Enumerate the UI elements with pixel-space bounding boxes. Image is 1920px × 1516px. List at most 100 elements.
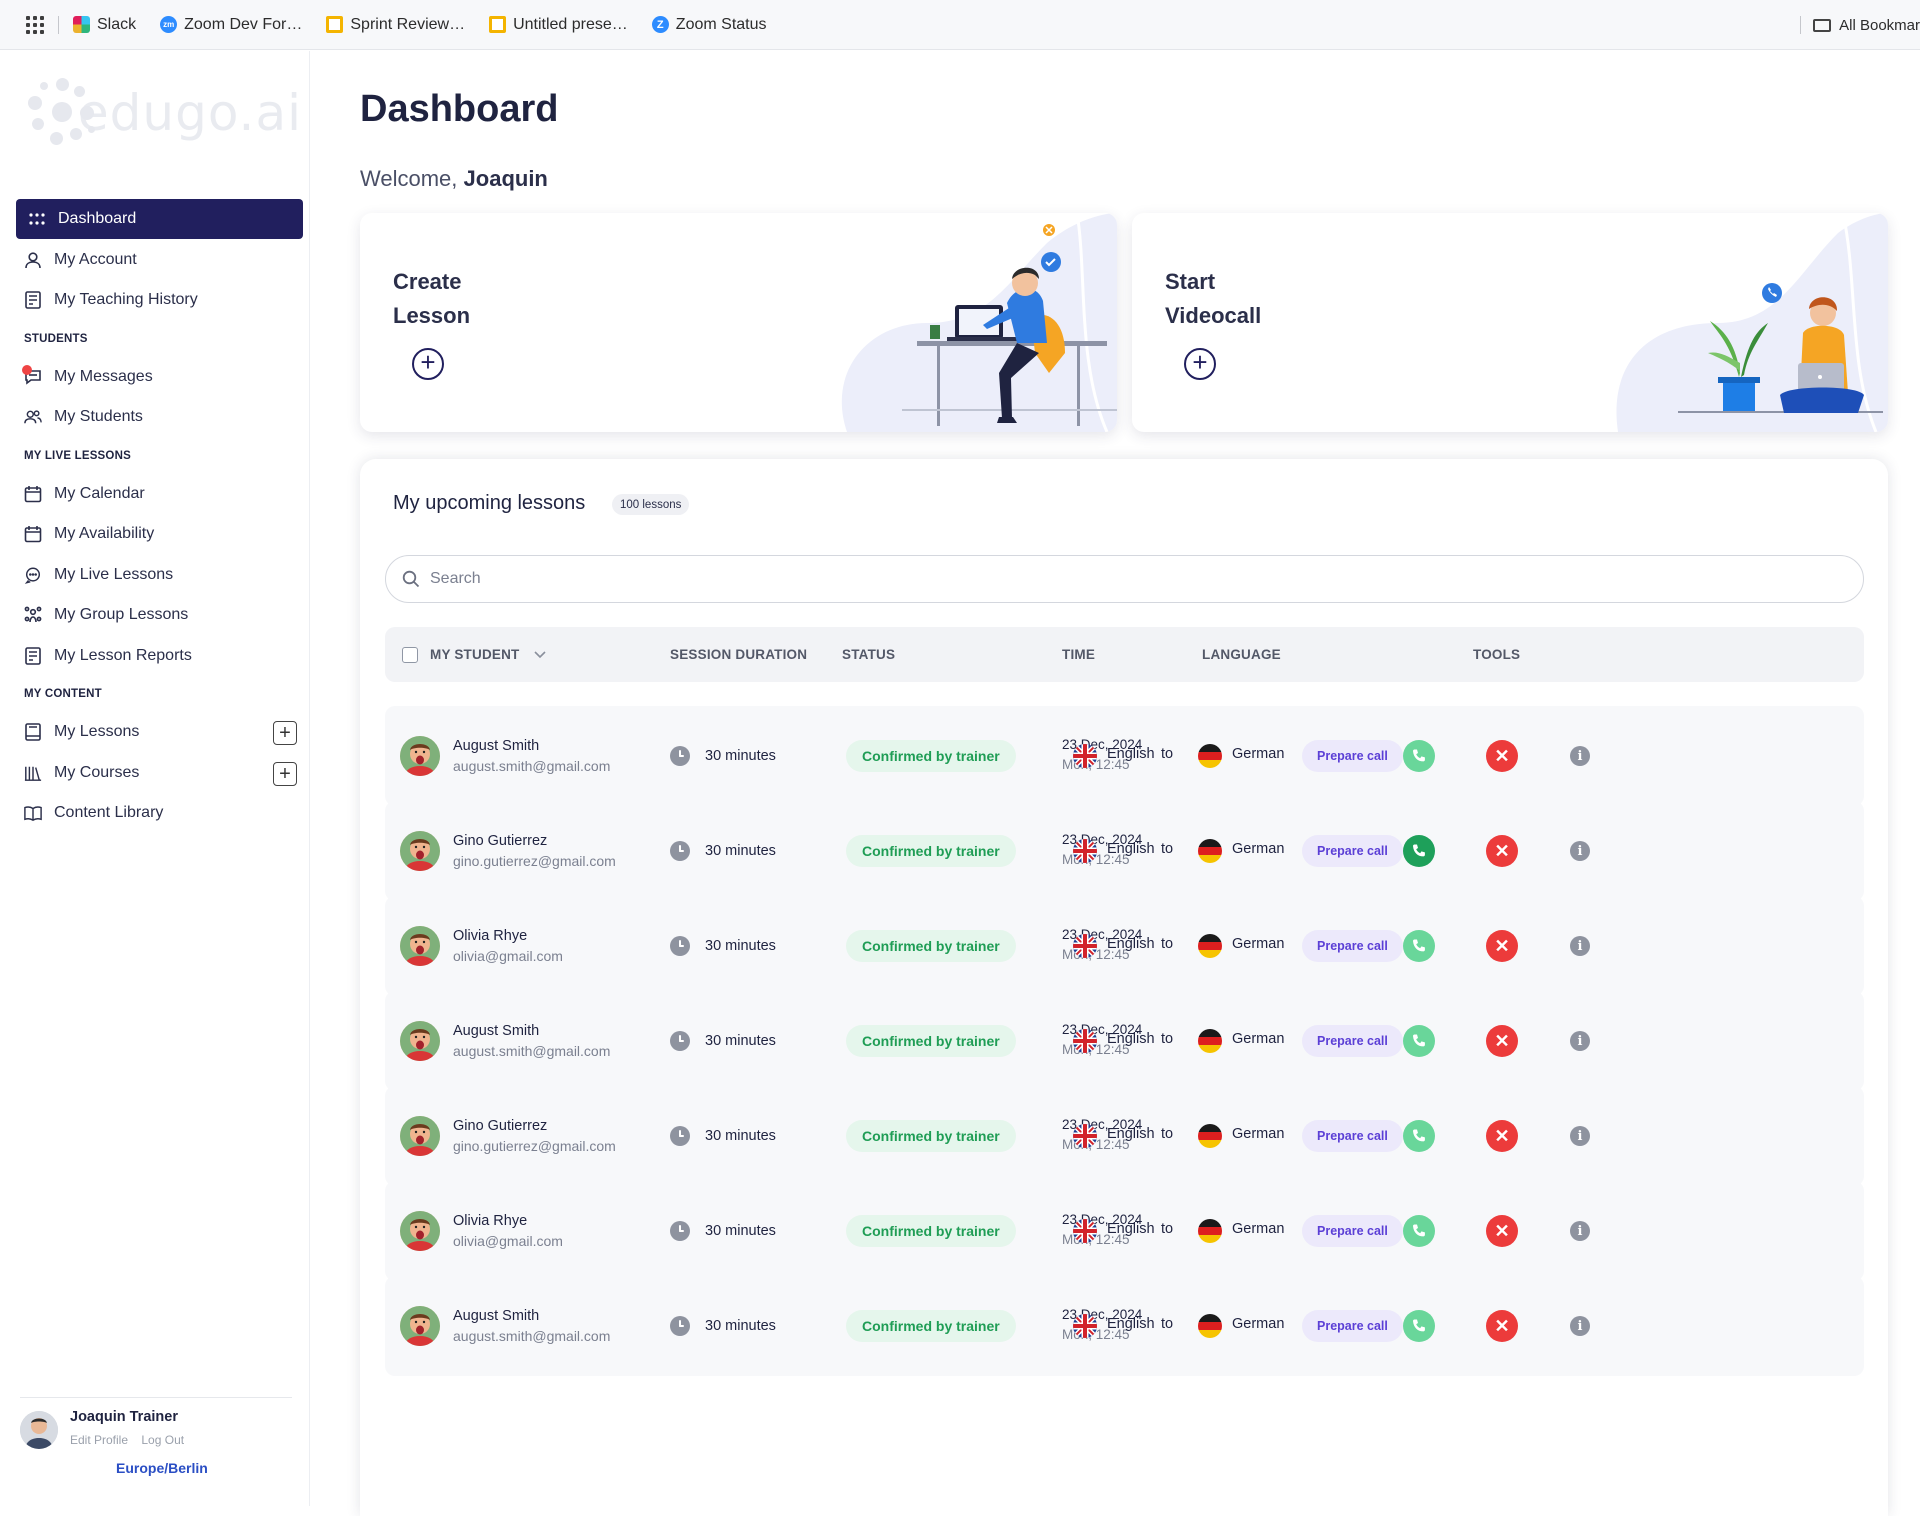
germany-flag-icon	[1198, 934, 1222, 958]
avatar[interactable]	[20, 1411, 58, 1449]
bookmark-untitled-presentation[interactable]: Untitled prese…	[489, 16, 628, 34]
sidebar-item-my-teaching-history[interactable]: My Teaching History	[16, 280, 303, 320]
edit-profile-link[interactable]: Edit Profile	[70, 1433, 128, 1447]
sidebar-item-dashboard[interactable]: Dashboard	[16, 199, 303, 239]
cancel-lesson-button[interactable]: ✕	[1486, 835, 1518, 867]
start-call-button[interactable]	[1403, 1120, 1435, 1152]
prepare-call-button[interactable]: Prepare call	[1302, 1025, 1403, 1057]
sidebar-item-content-library[interactable]: Content Library	[16, 793, 303, 833]
bookmark-sprint-review[interactable]: Sprint Review…	[326, 16, 465, 34]
sidebar-item-my-messages[interactable]: My Messages	[16, 357, 303, 397]
info-icon[interactable]: i	[1570, 1031, 1590, 1051]
group-icon	[24, 606, 42, 624]
sidebar-item-label: My Live Lessons	[54, 565, 174, 583]
table-row[interactable]: Olivia Rhye olivia@gmail.com 30 minutes Con…	[385, 1181, 1864, 1281]
source-language: English	[1107, 841, 1155, 857]
bookmark-zoom-status[interactable]: Z Zoom Status	[651, 16, 767, 34]
cancel-lesson-button[interactable]: ✕	[1486, 1025, 1518, 1057]
session-duration: 30 minutes	[705, 1128, 776, 1144]
open-book-icon	[24, 804, 42, 822]
table-row[interactable]: Gino Gutierrez gino.gutierrez@gmail.com 30…	[385, 801, 1864, 901]
table-row[interactable]: Gino Gutierrez gino.gutierrez@gmail.com 30…	[385, 1086, 1864, 1186]
sidebar-item-my-lessons[interactable]: My Lessons +	[16, 712, 303, 752]
clock-icon	[670, 936, 690, 956]
sidebar-item-my-group-lessons[interactable]: My Group Lessons	[16, 595, 303, 635]
table-row[interactable]: August Smith august.smith@gmail.com 30 min…	[385, 1276, 1864, 1376]
uk-flag-icon	[1073, 1219, 1097, 1243]
start-call-button[interactable]	[1403, 835, 1435, 867]
prepare-call-button[interactable]: Prepare call	[1302, 930, 1403, 962]
start-call-button[interactable]	[1403, 1215, 1435, 1247]
cancel-lesson-button[interactable]: ✕	[1486, 740, 1518, 772]
cancel-lesson-button[interactable]: ✕	[1486, 1310, 1518, 1342]
col-label: MY STUDENT	[430, 647, 520, 662]
sidebar-item-my-live-lessons[interactable]: My Live Lessons	[16, 555, 303, 595]
close-icon: ✕	[1494, 1220, 1510, 1241]
col-session-duration: SESSION DURATION	[670, 647, 808, 662]
sidebar-item-my-account[interactable]: My Account	[16, 240, 303, 280]
sidebar-item-my-availability[interactable]: My Availability	[16, 514, 303, 554]
section-my-content: MY CONTENT	[24, 688, 102, 700]
table-row[interactable]: August Smith august.smith@gmail.com 30 min…	[385, 706, 1864, 806]
table-row[interactable]: August Smith august.smith@gmail.com 30 min…	[385, 991, 1864, 1091]
edugo-logo[interactable]: edugo.ai	[22, 73, 302, 153]
start-call-button[interactable]	[1403, 740, 1435, 772]
profile-divider	[20, 1397, 292, 1398]
info-icon[interactable]: i	[1570, 841, 1590, 861]
add-lesson-button[interactable]: +	[273, 721, 297, 745]
session-duration: 30 minutes	[705, 938, 776, 954]
germany-flag-icon	[1198, 1029, 1222, 1053]
create-lesson-card[interactable]: Create Lesson +	[360, 213, 1117, 432]
start-call-button[interactable]	[1403, 930, 1435, 962]
col-my-student[interactable]: MY STUDENT	[402, 627, 546, 682]
info-icon[interactable]: i	[1570, 1316, 1590, 1336]
info-icon[interactable]: i	[1570, 746, 1590, 766]
select-all-checkbox[interactable]	[402, 646, 418, 663]
prepare-call-button[interactable]: Prepare call	[1302, 835, 1403, 867]
lessons-count-badge: 100 lessons	[612, 494, 690, 515]
target-language: German	[1232, 936, 1285, 952]
sidebar-item-my-calendar[interactable]: My Calendar	[16, 474, 303, 514]
col-tools: TOOLS	[1473, 647, 1521, 662]
start-videocall-card[interactable]: Start Videocall +	[1132, 213, 1888, 432]
bookmark-zoom-dev[interactable]: zm Zoom Dev For…	[160, 16, 302, 34]
start-videocall-plus-icon[interactable]: +	[1184, 348, 1216, 380]
sidebar-item-my-lesson-reports[interactable]: My Lesson Reports	[16, 636, 303, 676]
info-icon[interactable]: i	[1570, 936, 1590, 956]
bookmark-slack[interactable]: Slack	[73, 16, 136, 34]
add-course-button[interactable]: +	[273, 761, 297, 786]
status-badge: Confirmed by trainer	[846, 740, 1016, 772]
prepare-call-button[interactable]: Prepare call	[1302, 1310, 1403, 1342]
close-icon: ✕	[1494, 745, 1510, 766]
prepare-call-button[interactable]: Prepare call	[1302, 1215, 1403, 1247]
sidebar-item-label: My Lessons	[54, 723, 140, 740]
close-icon: ✕	[1494, 1030, 1510, 1051]
timezone-selector[interactable]: Europe/Berlin	[116, 1460, 208, 1476]
sidebar-item-my-students[interactable]: My Students	[16, 397, 303, 437]
search-input[interactable]	[430, 570, 1810, 588]
profile-name: Joaquin Trainer	[70, 1409, 178, 1425]
info-icon[interactable]: i	[1570, 1221, 1590, 1241]
prepare-call-button[interactable]: Prepare call	[1302, 740, 1403, 772]
source-language: English	[1107, 1221, 1155, 1237]
log-out-link[interactable]: Log Out	[141, 1433, 184, 1447]
cancel-lesson-button[interactable]: ✕	[1486, 930, 1518, 962]
prepare-call-button[interactable]: Prepare call	[1302, 1120, 1403, 1152]
cancel-lesson-button[interactable]: ✕	[1486, 1120, 1518, 1152]
student-name: Gino Gutierrez	[453, 833, 548, 849]
search-field[interactable]	[385, 555, 1864, 603]
sidebar-item-label: My Teaching History	[54, 291, 198, 308]
apps-grid-icon[interactable]	[26, 15, 44, 34]
start-call-button[interactable]	[1403, 1025, 1435, 1057]
all-bookmarks[interactable]: All Bookmar	[1786, 0, 1920, 50]
sidebar-item-my-courses[interactable]: My Courses +	[16, 753, 303, 793]
germany-flag-icon	[1198, 1124, 1222, 1148]
welcome-message: Welcome, Joaquin	[360, 166, 548, 192]
create-lesson-plus-icon[interactable]: +	[412, 348, 444, 380]
cancel-lesson-button[interactable]: ✕	[1486, 1215, 1518, 1247]
bookmarks-divider	[58, 15, 59, 34]
language-separator: to	[1161, 936, 1174, 952]
start-call-button[interactable]	[1403, 1310, 1435, 1342]
table-row[interactable]: Olivia Rhye olivia@gmail.com 30 minutes Con…	[385, 896, 1864, 996]
info-icon[interactable]: i	[1570, 1126, 1590, 1146]
